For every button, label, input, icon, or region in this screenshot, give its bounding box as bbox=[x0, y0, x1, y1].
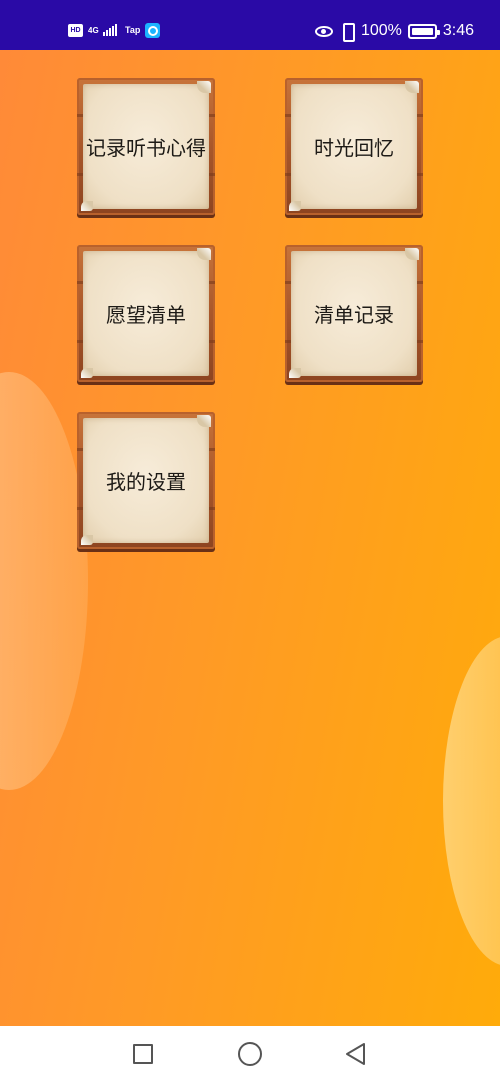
menu-tile-list-records[interactable]: 清单记录 bbox=[285, 245, 423, 382]
back-icon[interactable] bbox=[344, 1042, 368, 1066]
home-icon[interactable] bbox=[238, 1042, 262, 1066]
status-right: 100% 3:46 bbox=[314, 20, 474, 42]
background-blob bbox=[0, 372, 88, 790]
eye-icon bbox=[314, 25, 333, 37]
vibrate-icon bbox=[339, 22, 355, 42]
menu-tile-label: 清单记录 bbox=[314, 303, 394, 327]
menu-tile-label: 时光回忆 bbox=[314, 136, 394, 160]
network-type: 4G bbox=[88, 25, 99, 35]
app-notification-icon bbox=[145, 22, 161, 38]
recent-apps-icon[interactable] bbox=[131, 1042, 155, 1066]
menu-tile-label: 我的设置 bbox=[106, 470, 186, 494]
menu-tile-settings[interactable]: 我的设置 bbox=[77, 412, 215, 549]
hd-icon: HD bbox=[68, 23, 83, 37]
clock: 3:46 bbox=[442, 22, 474, 39]
status-bar: HD 4G Tap 100% 3:46 bbox=[0, 0, 500, 50]
menu-tile-label: 愿望清单 bbox=[106, 303, 186, 327]
menu-tile-label: 记录听书心得 bbox=[86, 136, 206, 160]
status-left: HD 4G Tap bbox=[68, 21, 161, 39]
menu-tile-memories[interactable]: 时光回忆 bbox=[285, 78, 423, 215]
menu-tile-wishlist[interactable]: 愿望清单 bbox=[77, 245, 215, 382]
battery-icon bbox=[407, 23, 440, 39]
carrier-label: Tap bbox=[125, 25, 141, 35]
battery-percent: 100% bbox=[360, 22, 402, 39]
navigation-bar bbox=[0, 1026, 500, 1083]
menu-tile-reading-notes[interactable]: 记录听书心得 bbox=[77, 78, 215, 215]
background-blob bbox=[443, 636, 500, 966]
signal-icon bbox=[103, 24, 117, 36]
main-area: 记录听书心得 时光回忆 愿望清单 清单记录 我的设置 bbox=[0, 50, 500, 1026]
